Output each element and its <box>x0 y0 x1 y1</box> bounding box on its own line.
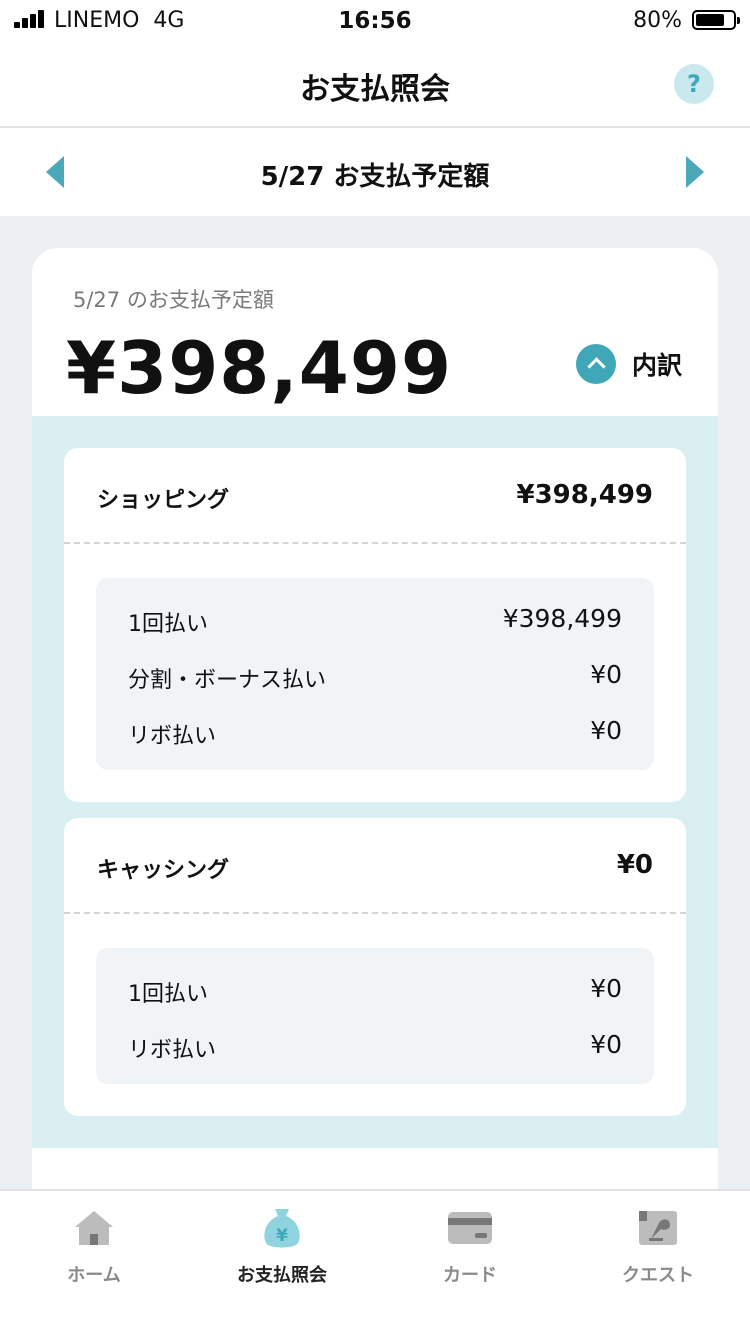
quest-scroll-icon <box>639 1211 677 1245</box>
date-title: 5/27 お支払予定額 <box>260 162 490 192</box>
row-label: リボ払い <box>128 724 217 749</box>
list-item: リボ払い ¥0 <box>96 702 654 758</box>
shopping-detail-box: 1回払い ¥398,499 分割・ボーナス払い ¥0 リボ払い ¥0 <box>96 578 654 770</box>
row-label: 1回払い <box>128 612 208 637</box>
tab-label: クエスト <box>622 1265 694 1286</box>
section-total: ¥0 <box>616 850 653 880</box>
row-value: ¥398,499 <box>502 604 622 633</box>
breakdown-panel: ショッピング ¥398,499 1回払い ¥398,499 分割・ボーナス払い … <box>32 416 718 1148</box>
battery-icon <box>692 10 740 30</box>
home-icon <box>75 1211 113 1245</box>
tab-quest[interactable]: クエスト <box>564 1191 750 1334</box>
svg-text:¥: ¥ <box>276 1226 288 1246</box>
row-value: ¥0 <box>590 974 622 1003</box>
battery-percent: 80% <box>633 8 682 33</box>
list-item: 1回払い ¥0 <box>96 960 654 1016</box>
section-header: ショッピング ¥398,499 <box>64 448 686 544</box>
status-bar: LINEMO 4G 16:56 80% <box>0 0 750 42</box>
cashing-detail-box: 1回払い ¥0 リボ払い ¥0 <box>96 948 654 1084</box>
amount-label: 5/27 のお支払予定額 <box>73 288 274 312</box>
yen-bag-icon: ¥ <box>264 1209 300 1248</box>
list-item: リボ払い ¥0 <box>96 1016 654 1072</box>
list-item: 分割・ボーナス払い ¥0 <box>96 646 654 702</box>
payment-summary-card: 5/27 のお支払予定額 ¥398,499 内訳 ショッピング ¥398,499… <box>32 248 718 1248</box>
section-name: ショッピング <box>97 488 230 513</box>
section-name: キャッシング <box>97 858 230 883</box>
tab-label: お支払照会 <box>237 1265 327 1286</box>
row-value: ¥0 <box>590 716 622 745</box>
tab-label: ホーム <box>67 1265 121 1286</box>
help-button[interactable]: ? <box>674 64 714 104</box>
row-label: リボ払い <box>128 1038 217 1063</box>
card-icon <box>448 1212 492 1244</box>
chevron-up-icon <box>575 344 616 384</box>
tab-payment[interactable]: ¥ お支払照会 <box>188 1191 376 1334</box>
shopping-section: ショッピング ¥398,499 1回払い ¥398,499 分割・ボーナス払い … <box>64 448 686 802</box>
nav-bar: お支払照会 ? <box>0 42 750 128</box>
date-navigator: 5/27 お支払予定額 <box>0 128 750 216</box>
total-amount: ¥398,499 <box>66 326 453 410</box>
tab-home[interactable]: ホーム <box>0 1191 188 1334</box>
row-label: 1回払い <box>128 982 208 1007</box>
row-value: ¥0 <box>590 1030 622 1059</box>
tab-label: カード <box>443 1265 497 1286</box>
list-item: 1回払い ¥398,499 <box>96 590 654 646</box>
breakdown-toggle-button[interactable]: 内訳 <box>575 344 682 384</box>
tab-card[interactable]: カード <box>376 1191 564 1334</box>
next-date-arrow-icon[interactable] <box>686 156 704 188</box>
row-value: ¥0 <box>590 660 622 689</box>
row-label: 分割・ボーナス払い <box>128 668 327 693</box>
page-title: お支払照会 <box>300 72 450 107</box>
section-total: ¥398,499 <box>516 480 653 510</box>
cashing-section: キャッシング ¥0 1回払い ¥0 リボ払い ¥0 <box>64 818 686 1116</box>
breakdown-label: 内訳 <box>631 351 682 380</box>
tab-bar: ホーム ¥ お支払照会 カード クエスト <box>0 1189 750 1334</box>
section-header: キャッシング ¥0 <box>64 818 686 914</box>
